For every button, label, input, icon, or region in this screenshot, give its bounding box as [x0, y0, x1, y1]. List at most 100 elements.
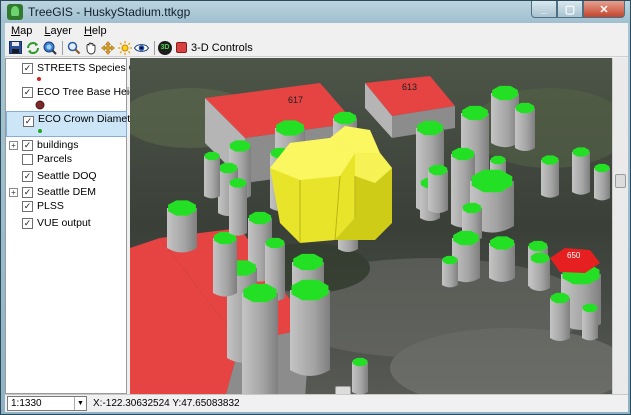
tree-crown — [229, 140, 251, 152]
menu-map[interactable]: Map — [5, 25, 38, 37]
building-label-613: 613 — [402, 82, 417, 92]
eye-icon[interactable] — [134, 40, 149, 55]
window-title: TreeGIS - HuskyStadium.ttkgp — [28, 5, 191, 19]
map-3d-viewport[interactable]: 617 613 650 — [130, 58, 612, 398]
tree-trunk — [213, 238, 237, 297]
menu-help[interactable]: Help — [78, 25, 113, 37]
tree-crown — [453, 230, 479, 246]
tree-trunk — [515, 108, 535, 151]
move-icon[interactable] — [100, 40, 115, 55]
scale-dropdown[interactable]: 1:1330 ▼ — [7, 396, 87, 411]
menu-bar: Map Layer Help — [5, 23, 628, 39]
layer-name: ECO Crown Diameter — [38, 113, 140, 125]
vertical-scroll-thumb[interactable] — [615, 174, 626, 188]
maroon-dot-legend-icon — [35, 100, 45, 110]
layer-row[interactable]: ✓ VUE output — [6, 216, 127, 230]
tree-crown — [515, 102, 535, 114]
tree-crown — [428, 164, 448, 176]
tree-crown — [490, 236, 514, 250]
close-button[interactable]: ✕ — [583, 1, 625, 18]
window-controls: _ ▢ ✕ — [531, 1, 625, 18]
tree-crown — [293, 253, 323, 271]
client-area: Map Layer Help 3D 3-D Controls ✓ STREETS… — [5, 23, 628, 412]
tree-crown — [530, 252, 550, 264]
title-bar[interactable]: TreeGIS - HuskyStadium.ttkgp _ ▢ ✕ — [1, 1, 630, 23]
refresh-icon[interactable] — [25, 40, 40, 55]
tree-crown — [265, 237, 285, 249]
tree-crown — [168, 200, 196, 216]
layer-checkbox[interactable]: ✓ — [22, 170, 33, 182]
save-icon[interactable] — [8, 40, 23, 55]
status-bar: 1:1330 ▼ X:-122.30632524 Y:47.65083832 — [5, 394, 628, 412]
layer-row[interactable]: ✓ ECO Tree Base Height — [6, 85, 144, 99]
tree-crown — [541, 155, 559, 165]
layer-checkbox[interactable] — [22, 153, 33, 165]
tree-label-650: 650 — [567, 251, 581, 260]
layer-row[interactable]: + ✓ buildings — [6, 138, 127, 152]
tree-crown — [492, 85, 518, 101]
tree-trunk — [572, 152, 590, 195]
layer-name: PLSS — [37, 200, 64, 212]
tree-crown — [276, 120, 304, 136]
expand-toggle[interactable]: + — [9, 140, 18, 150]
tree-crown — [582, 303, 598, 313]
layer-checkbox[interactable]: ✓ — [22, 217, 33, 229]
tree-trunk — [229, 183, 247, 236]
layer-row-selected[interactable]: ✓ ECO Crown Diameter — [6, 111, 140, 137]
tree-crown — [333, 111, 357, 125]
expand-toggle[interactable]: + — [9, 187, 18, 197]
layer-row[interactable]: ✓ STREETS Species Code — [6, 61, 154, 75]
zoom-extent-icon[interactable] — [42, 40, 57, 55]
layer-checkbox[interactable]: ✓ — [22, 200, 33, 212]
layer-name: Parcels — [37, 153, 73, 165]
tree-crown — [417, 120, 443, 136]
layer-row[interactable]: ✓ Seattle DOQ — [6, 169, 127, 183]
layer-checkbox[interactable]: ✓ — [22, 62, 33, 74]
tree-crown — [550, 292, 570, 304]
tree-trunk — [491, 93, 519, 148]
three-d-controls-icon[interactable] — [176, 42, 187, 53]
vertical-scrollbar[interactable] — [612, 58, 628, 398]
tree-trunk — [204, 156, 220, 199]
tree-crown — [248, 211, 272, 225]
building-label-617: 617 — [288, 95, 303, 105]
chevron-down-icon[interactable]: ▼ — [74, 397, 86, 410]
red-dot-legend-icon — [37, 77, 41, 81]
tree-crown — [490, 155, 506, 165]
minimize-button[interactable]: _ — [531, 1, 557, 18]
layer-row[interactable]: Parcels — [6, 152, 127, 166]
tree-crown — [471, 169, 513, 193]
sun-light-icon[interactable] — [117, 40, 132, 55]
zoom-icon[interactable] — [66, 40, 81, 55]
three-d-view-icon[interactable]: 3D — [158, 40, 172, 55]
app-window: TreeGIS - HuskyStadium.ttkgp _ ▢ ✕ Map L… — [0, 0, 631, 415]
tree-crown — [229, 178, 247, 188]
tree-trunk — [541, 160, 559, 198]
layer-name: ECO Tree Base Height — [37, 86, 144, 98]
menu-layer[interactable]: Layer — [38, 25, 78, 37]
three-d-controls-label[interactable]: 3-D Controls — [191, 42, 253, 54]
layer-checkbox[interactable]: ✓ — [22, 186, 33, 198]
layer-row[interactable]: ✓ PLSS — [6, 199, 127, 213]
green-dot-legend-icon — [38, 129, 42, 133]
tree-crown — [462, 202, 482, 214]
tree-trunk — [594, 168, 610, 201]
tree-crown — [243, 283, 277, 303]
layer-row[interactable]: + ✓ Seattle DEM — [6, 185, 127, 199]
tree-crown — [462, 105, 488, 121]
layer-name: VUE output — [37, 217, 91, 229]
tree-crown — [594, 163, 610, 173]
layer-checkbox[interactable]: ✓ — [22, 139, 33, 151]
scale-value: 1:1330 — [11, 398, 42, 409]
pan-hand-icon[interactable] — [83, 40, 98, 55]
coordinate-readout: X:-122.30632524 Y:47.65083832 — [93, 398, 240, 409]
tree-crown — [352, 357, 368, 367]
toolbar: 3D 3-D Controls — [5, 39, 628, 57]
treegis-app-icon — [7, 4, 23, 20]
tree-crown — [218, 162, 238, 174]
layer-name: Seattle DOQ — [37, 170, 97, 182]
layer-checkbox[interactable]: ✓ — [23, 116, 34, 127]
layer-checkbox[interactable]: ✓ — [22, 86, 33, 98]
layer-name: buildings — [37, 139, 79, 151]
maximize-button[interactable]: ▢ — [557, 1, 583, 18]
